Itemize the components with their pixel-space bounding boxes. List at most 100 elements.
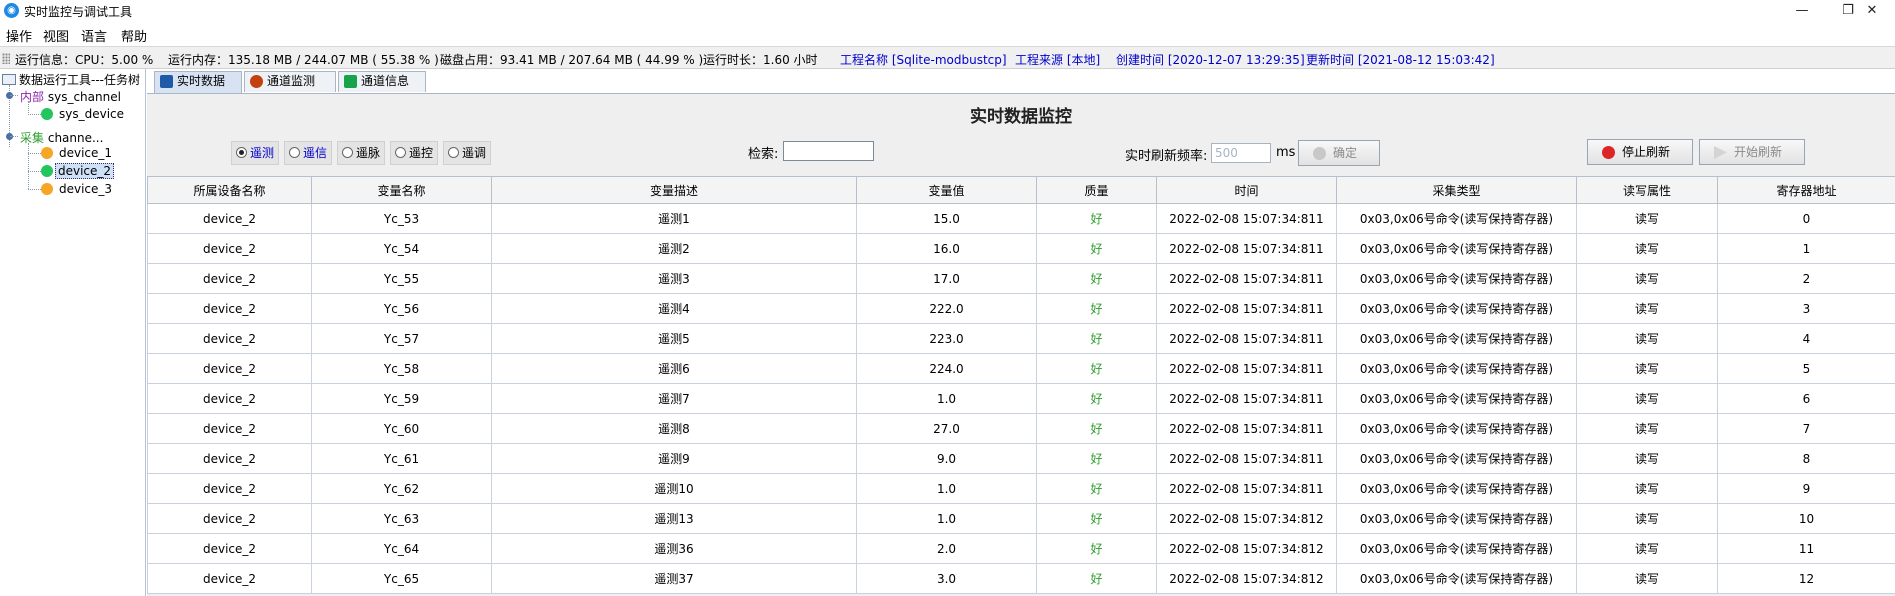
tab-realtime-data[interactable]: 实时数据	[154, 71, 242, 93]
confirm-button[interactable]: 确定	[1298, 140, 1380, 166]
cell-register: 4	[1717, 323, 1895, 354]
cell-variable-name: Yc_59	[311, 383, 492, 414]
app-icon: ◉	[4, 3, 19, 18]
col-time[interactable]: 时间	[1156, 176, 1337, 204]
cell-time: 2022-02-08 15:07:34:812	[1156, 563, 1337, 594]
cell-description: 遥测1	[491, 203, 857, 234]
cell-device: device_2	[147, 263, 312, 294]
cell-quality: 好	[1036, 413, 1157, 444]
menu-language[interactable]: 语言	[81, 26, 107, 45]
table-row[interactable]: device_2 Yc_65 遥测37 3.0 好 2022-02-08 15:07:34…	[147, 563, 1895, 594]
cell-variable-name: Yc_65	[311, 563, 492, 594]
tree-item-device-3[interactable]: device_3	[57, 182, 114, 196]
search-input[interactable]	[783, 141, 874, 161]
tree-root[interactable]: 数据运行工具---任务树	[2, 71, 140, 88]
cell-rw: 读写	[1576, 413, 1718, 444]
col-quality[interactable]: 质量	[1036, 176, 1157, 204]
table-row[interactable]: device_2 Yc_54 遥测2 16.0 好 2022-02-08 15:07:34…	[147, 233, 1895, 264]
cell-collect-type: 0x03,0x06号命令(读写保持寄存器)	[1336, 203, 1577, 234]
uptime-status: 运行时长：1.60 小时	[703, 53, 818, 67]
refresh-unit: ms	[1276, 145, 1296, 160]
tree-connector	[10, 95, 18, 96]
cell-register: 11	[1717, 533, 1895, 564]
tree-connector	[28, 114, 41, 115]
menu-help[interactable]: 帮助	[121, 26, 147, 45]
radio-telepulse[interactable]: 遥脉	[337, 141, 385, 165]
cell-value: 3.0	[856, 563, 1037, 594]
table-row[interactable]: device_2 Yc_64 遥测36 2.0 好 2022-02-08 15:07:34…	[147, 533, 1895, 564]
confirm-icon	[1313, 147, 1326, 160]
col-register[interactable]: 寄存器地址	[1717, 176, 1895, 204]
cell-register: 8	[1717, 443, 1895, 474]
tab-channel-info[interactable]: 通道信息	[338, 71, 426, 92]
cell-collect-type: 0x03,0x06号命令(读写保持寄存器)	[1336, 473, 1577, 504]
cell-description: 遥测10	[491, 473, 857, 504]
table-row[interactable]: device_2 Yc_58 遥测6 224.0 好 2022-02-08 15:07:3…	[147, 353, 1895, 384]
cell-rw: 读写	[1576, 233, 1718, 264]
updated-time: 更新时间 [2021-08-12 15:03:42]	[1306, 53, 1495, 67]
cell-collect-type: 0x03,0x06号命令(读写保持寄存器)	[1336, 323, 1577, 354]
radio-teleadjust[interactable]: 遥调	[443, 141, 491, 165]
refresh-rate-input[interactable]: 500	[1211, 143, 1271, 163]
table-row[interactable]: device_2 Yc_63 遥测13 1.0 好 2022-02-08 15:07:34…	[147, 503, 1895, 534]
table-row[interactable]: device_2 Yc_62 遥测10 1.0 好 2022-02-08 15:07:34…	[147, 473, 1895, 504]
cell-rw: 读写	[1576, 563, 1718, 594]
radio-unchecked-icon	[395, 147, 406, 158]
window-title: 实时监控与调试工具	[24, 5, 133, 19]
cell-description: 遥测9	[491, 443, 857, 474]
menu-bar: 操作 视图 语言 帮助	[0, 22, 1895, 46]
cell-description: 遥测2	[491, 233, 857, 264]
menu-view[interactable]: 视图	[43, 26, 69, 45]
play-icon	[1714, 146, 1727, 159]
radio-telesignal[interactable]: 遥信	[284, 141, 332, 165]
tree-node-collect[interactable]: 采集 channe...	[20, 129, 103, 146]
col-collect-type[interactable]: 采集类型	[1336, 176, 1577, 204]
cell-quality: 好	[1036, 443, 1157, 474]
tree-item-sys-device[interactable]: sys_device	[57, 107, 126, 121]
tree-item-device-2[interactable]: device_2	[55, 163, 115, 179]
table-row[interactable]: device_2 Yc_61 遥测9 9.0 好 2022-02-08 15:07:34:…	[147, 443, 1895, 474]
disk-status: 磁盘占用：93.41 MB / 207.64 MB ( 44.99 % )	[440, 53, 704, 67]
col-variable-name[interactable]: 变量名称	[311, 176, 492, 204]
menu-operate[interactable]: 操作	[6, 26, 32, 45]
col-variable-desc[interactable]: 变量描述	[491, 176, 857, 204]
radio-telemetry[interactable]: 遥测	[231, 141, 279, 165]
tree-item-device-1[interactable]: device_1	[57, 146, 114, 160]
cell-rw: 读写	[1576, 293, 1718, 324]
stop-refresh-button[interactable]: 停止刷新	[1587, 139, 1693, 165]
table-row[interactable]: device_2 Yc_59 遥测7 1.0 好 2022-02-08 15:07:34:…	[147, 383, 1895, 414]
cell-register: 9	[1717, 473, 1895, 504]
table-row[interactable]: device_2 Yc_53 遥测1 15.0 好 2022-02-08 15:07:34…	[147, 203, 1895, 234]
cell-description: 遥测3	[491, 263, 857, 294]
project-name: 工程名称 [Sqlite-modbustcp]	[840, 53, 1007, 67]
cell-variable-name: Yc_62	[311, 473, 492, 504]
minimize-button[interactable]: —	[1779, 0, 1825, 22]
cell-value: 223.0	[856, 323, 1037, 354]
cell-variable-name: Yc_64	[311, 533, 492, 564]
created-time: 创建时间 [2020-12-07 13:29:35]	[1116, 53, 1305, 67]
tab-channel-monitor[interactable]: 通道监测	[244, 71, 336, 92]
cell-value: 2.0	[856, 533, 1037, 564]
title-bar: ◉ 实时监控与调试工具 — ❐ ✕	[0, 0, 1895, 22]
radio-telecontrol[interactable]: 遥控	[390, 141, 438, 165]
col-variable-value[interactable]: 变量值	[856, 176, 1037, 204]
col-rw[interactable]: 读写属性	[1576, 176, 1718, 204]
tree-node-internal[interactable]: 内部 sys_channel	[20, 88, 121, 105]
cell-device: device_2	[147, 473, 312, 504]
table-row[interactable]: device_2 Yc_57 遥测5 223.0 好 2022-02-08 15:07:3…	[147, 323, 1895, 354]
cell-variable-name: Yc_54	[311, 233, 492, 264]
cell-collect-type: 0x03,0x06号命令(读写保持寄存器)	[1336, 563, 1577, 594]
status-dot-icon	[41, 108, 53, 120]
table-row[interactable]: device_2 Yc_56 遥测4 222.0 好 2022-02-08 15:07:3…	[147, 293, 1895, 324]
cell-value: 1.0	[856, 503, 1037, 534]
col-device-name[interactable]: 所属设备名称	[147, 176, 312, 204]
close-button[interactable]: ✕	[1849, 0, 1895, 22]
cell-value: 1.0	[856, 383, 1037, 414]
grip-icon	[2, 53, 10, 64]
cell-collect-type: 0x03,0x06号命令(读写保持寄存器)	[1336, 293, 1577, 324]
table-row[interactable]: device_2 Yc_60 遥测8 27.0 好 2022-02-08 15:07:34…	[147, 413, 1895, 444]
cell-quality: 好	[1036, 323, 1157, 354]
cell-rw: 读写	[1576, 503, 1718, 534]
start-refresh-button[interactable]: 开始刷新	[1699, 139, 1805, 165]
table-row[interactable]: device_2 Yc_55 遥测3 17.0 好 2022-02-08 15:07:34…	[147, 263, 1895, 294]
